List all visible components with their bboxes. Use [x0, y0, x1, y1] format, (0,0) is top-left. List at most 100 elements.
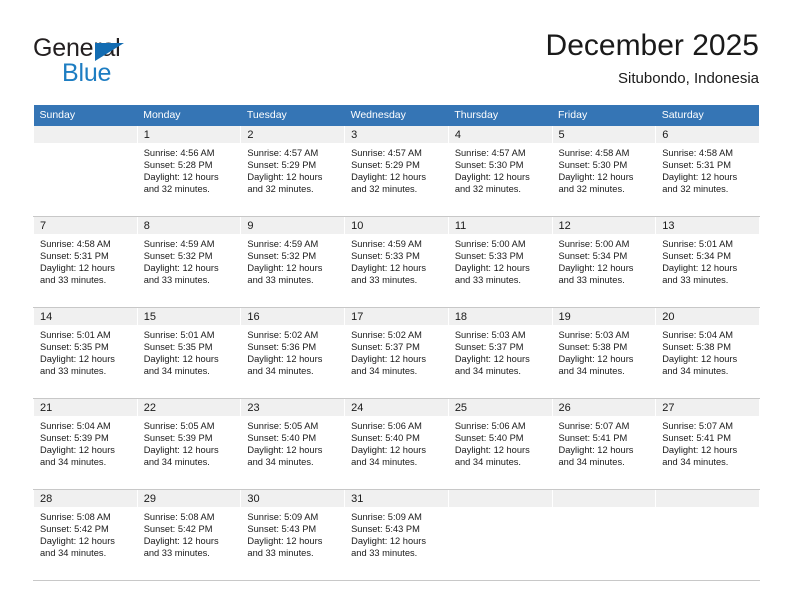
day-sun-info-line: Daylight: 12 hours: [454, 445, 530, 456]
calendar-day-cell[interactable]: 22 Sunrise: 5:05 AM Sunset: 5:39 PM Dayligh…: [136, 398, 242, 490]
day-sun-info: Sunrise: 4:57 AM Sunset: 5:29 PM Daylight:…: [241, 143, 344, 195]
calendar-day-cell[interactable]: 23 Sunrise: 5:05 AM Sunset: 5:40 PM Dayligh…: [240, 398, 346, 490]
day-sun-info: Sunrise: 5:00 AM Sunset: 5:34 PM Daylight:…: [553, 234, 656, 286]
calendar-day-cell[interactable]: 13 Sunrise: 5:01 AM Sunset: 5:34 PM Dayligh…: [655, 216, 760, 308]
calendar-day-cell[interactable]: 17 Sunrise: 5:02 AM Sunset: 5:37 PM Dayligh…: [344, 307, 449, 399]
day-sun-info-line: Sunrise: 4:58 AM: [558, 148, 630, 158]
day-number: 18: [448, 308, 552, 325]
day-sun-info-line: and 34 minutes.: [143, 366, 210, 377]
day-sun-info-line: Sunrise: 5:03 AM: [558, 330, 630, 340]
calendar-day-cell[interactable]: 10 Sunrise: 4:59 AM Sunset: 5:33 PM Dayligh…: [344, 216, 449, 308]
calendar-day-cell[interactable]: 5 Sunrise: 4:58 AM Sunset: 5:30 PM Daylight…: [551, 126, 657, 217]
day-sun-info-line: Sunrise: 5:09 AM: [247, 512, 319, 522]
calendar-day-cell[interactable]: 8 Sunrise: 4:59 AM Sunset: 5:32 PM Daylight…: [136, 216, 242, 308]
day-sun-info: [449, 507, 552, 511]
day-sun-info-line: Sunrise: 4:57 AM: [351, 148, 422, 158]
day-sun-info-line: and 34 minutes.: [454, 457, 521, 468]
day-sun-info-line: and 34 minutes.: [247, 366, 314, 377]
day-sun-info-line: Sunset: 5:40 PM: [454, 433, 524, 444]
day-sun-info-line: Sunset: 5:29 PM: [247, 160, 317, 171]
day-sun-info-line: Daylight: 12 hours: [558, 263, 634, 274]
day-sun-info-line: Sunset: 5:41 PM: [558, 433, 628, 444]
day-sun-info: [656, 507, 759, 511]
day-sun-info-line: Sunrise: 5:08 AM: [40, 512, 111, 522]
calendar-day-cell[interactable]: 31 Sunrise: 5:09 AM Sunset: 5:43 PM Dayligh…: [344, 489, 449, 581]
day-sun-info-line: Sunset: 5:38 PM: [662, 342, 731, 353]
day-number: 22: [137, 399, 241, 416]
day-sun-info-line: and 33 minutes.: [454, 275, 521, 286]
title-block: December 2025 Situbondo, Indonesia: [546, 28, 759, 90]
weekday-header-tuesday: Tuesday: [240, 105, 345, 126]
day-number: 8: [137, 217, 241, 234]
day-sun-info-line: Sunset: 5:34 PM: [558, 251, 628, 262]
day-sun-info: Sunrise: 5:04 AM Sunset: 5:39 PM Daylight:…: [34, 416, 137, 468]
day-sun-info-line: and 34 minutes.: [40, 548, 107, 559]
calendar-day-cell[interactable]: 28 Sunrise: 5:08 AM Sunset: 5:42 PM Dayligh…: [33, 489, 138, 581]
day-sun-info: Sunrise: 5:08 AM Sunset: 5:42 PM Daylight:…: [138, 507, 241, 559]
day-sun-info-line: Daylight: 12 hours: [143, 263, 219, 274]
day-sun-info: Sunrise: 5:07 AM Sunset: 5:41 PM Daylight:…: [553, 416, 656, 468]
calendar-day-cell[interactable]: 3 Sunrise: 4:57 AM Sunset: 5:29 PM Daylight…: [344, 126, 449, 217]
day-sun-info-line: and 33 minutes.: [40, 275, 107, 286]
day-sun-info-line: and 34 minutes.: [40, 457, 107, 468]
day-sun-info-line: Sunset: 5:36 PM: [247, 342, 317, 353]
calendar-day-cell[interactable]: 14 Sunrise: 5:01 AM Sunset: 5:35 PM Dayligh…: [33, 307, 138, 399]
calendar-day-cell[interactable]: 15 Sunrise: 5:01 AM Sunset: 5:35 PM Dayligh…: [136, 307, 242, 399]
calendar-day-cell[interactable]: 2 Sunrise: 4:57 AM Sunset: 5:29 PM Daylight…: [240, 126, 346, 217]
calendar-day-cell[interactable]: 4 Sunrise: 4:57 AM Sunset: 5:30 PM Daylight…: [447, 126, 553, 217]
day-sun-info-line: Sunset: 5:28 PM: [143, 160, 213, 171]
calendar-day-cell[interactable]: 30 Sunrise: 5:09 AM Sunset: 5:43 PM Dayligh…: [240, 489, 346, 581]
day-sun-info: Sunrise: 5:02 AM Sunset: 5:37 PM Daylight:…: [345, 325, 448, 377]
day-sun-info-line: and 32 minutes.: [247, 184, 314, 195]
calendar-week-row: 14 Sunrise: 5:01 AM Sunset: 5:35 PM Dayligh…: [33, 307, 760, 399]
day-sun-info-line: Sunset: 5:41 PM: [662, 433, 731, 444]
calendar-day-cell[interactable]: 9 Sunrise: 4:59 AM Sunset: 5:32 PM Daylight…: [240, 216, 346, 308]
day-sun-info-line: Daylight: 12 hours: [558, 445, 634, 456]
day-sun-info: Sunrise: 5:05 AM Sunset: 5:40 PM Daylight:…: [241, 416, 344, 468]
day-sun-info-line: Daylight: 12 hours: [40, 445, 115, 456]
calendar-day-cell[interactable]: 1 Sunrise: 4:56 AM Sunset: 5:28 PM Daylight…: [136, 126, 242, 217]
day-sun-info-line: Daylight: 12 hours: [247, 263, 323, 274]
day-sun-info: Sunrise: 5:06 AM Sunset: 5:40 PM Daylight:…: [449, 416, 552, 468]
calendar-page: General Blue December 2025 Situbondo, In…: [0, 0, 792, 612]
calendar-day-cell[interactable]: 26 Sunrise: 5:07 AM Sunset: 5:41 PM Dayligh…: [551, 398, 657, 490]
day-sun-info: Sunrise: 5:06 AM Sunset: 5:40 PM Daylight:…: [345, 416, 448, 468]
calendar-day-cell[interactable]: 18 Sunrise: 5:03 AM Sunset: 5:37 PM Dayligh…: [447, 307, 553, 399]
day-sun-info-line: and 34 minutes.: [454, 366, 521, 377]
day-sun-info-line: Daylight: 12 hours: [662, 354, 738, 365]
weekday-header-friday: Friday: [552, 105, 656, 126]
day-sun-info: Sunrise: 5:03 AM Sunset: 5:37 PM Daylight:…: [449, 325, 552, 377]
day-sun-info-line: Sunset: 5:43 PM: [247, 524, 317, 535]
day-number: 7: [34, 217, 137, 234]
day-number: 13: [656, 217, 759, 234]
day-number: 29: [137, 490, 241, 507]
day-number: 12: [552, 217, 656, 234]
calendar-day-cell[interactable]: 11 Sunrise: 5:00 AM Sunset: 5:33 PM Dayligh…: [447, 216, 553, 308]
calendar-day-cell[interactable]: 20 Sunrise: 5:04 AM Sunset: 5:38 PM Dayligh…: [655, 307, 760, 399]
day-sun-info-line: Daylight: 12 hours: [558, 172, 634, 183]
day-sun-info-line: Sunrise: 4:59 AM: [247, 239, 319, 249]
calendar-day-cell[interactable]: 7 Sunrise: 4:58 AM Sunset: 5:31 PM Daylight…: [33, 216, 138, 308]
day-sun-info-line: Sunrise: 5:01 AM: [143, 330, 215, 340]
calendar-day-cell[interactable]: 27 Sunrise: 5:07 AM Sunset: 5:41 PM Dayligh…: [655, 398, 760, 490]
day-number: 17: [345, 308, 448, 325]
calendar-day-cell[interactable]: 21 Sunrise: 5:04 AM Sunset: 5:39 PM Dayligh…: [33, 398, 138, 490]
calendar-day-cell[interactable]: 19 Sunrise: 5:03 AM Sunset: 5:38 PM Dayligh…: [551, 307, 657, 399]
day-sun-info: Sunrise: 5:01 AM Sunset: 5:35 PM Daylight:…: [34, 325, 137, 377]
calendar-day-cell[interactable]: 24 Sunrise: 5:06 AM Sunset: 5:40 PM Dayligh…: [344, 398, 449, 490]
day-sun-info: Sunrise: 4:56 AM Sunset: 5:28 PM Daylight:…: [138, 143, 241, 195]
day-sun-info: Sunrise: 4:57 AM Sunset: 5:29 PM Daylight:…: [345, 143, 448, 195]
day-sun-info-line: Sunrise: 5:00 AM: [558, 239, 630, 249]
calendar-day-cell[interactable]: 6 Sunrise: 4:58 AM Sunset: 5:31 PM Daylight…: [655, 126, 760, 217]
day-sun-info-line: Daylight: 12 hours: [351, 445, 427, 456]
day-number: 14: [34, 308, 137, 325]
weekday-header-monday: Monday: [137, 105, 241, 126]
calendar-day-cell[interactable]: 16 Sunrise: 5:02 AM Sunset: 5:36 PM Dayligh…: [240, 307, 346, 399]
day-number: 10: [345, 217, 448, 234]
calendar-day-cell[interactable]: 29 Sunrise: 5:08 AM Sunset: 5:42 PM Dayligh…: [136, 489, 242, 581]
calendar-week-row: 7 Sunrise: 4:58 AM Sunset: 5:31 PM Daylight…: [33, 216, 760, 308]
calendar-day-cell[interactable]: 25 Sunrise: 5:06 AM Sunset: 5:40 PM Dayligh…: [447, 398, 553, 490]
weekday-header-thursday: Thursday: [448, 105, 553, 126]
day-sun-info-line: Sunset: 5:31 PM: [40, 251, 109, 262]
calendar-day-cell[interactable]: 12 Sunrise: 5:00 AM Sunset: 5:34 PM Dayligh…: [551, 216, 657, 308]
